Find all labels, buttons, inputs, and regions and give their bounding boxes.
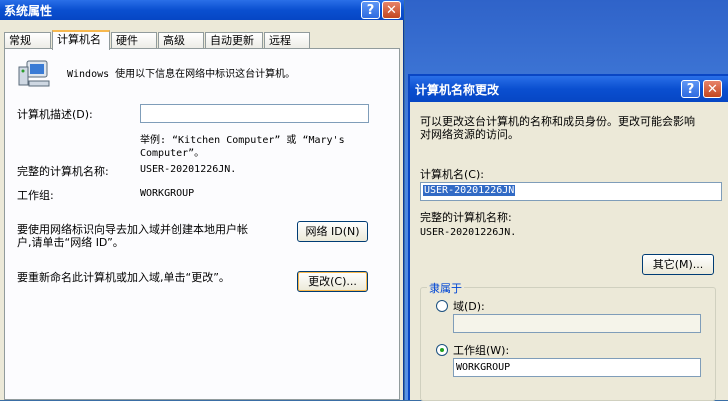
dialog-workgroup-label: 工作组(W): <box>453 344 510 357</box>
network-id-button[interactable]: 网络 ID(N) <box>297 221 368 242</box>
computer-name-value: USER-20201226JN <box>423 185 516 196</box>
member-of-legend: 隶属于 <box>427 280 464 296</box>
dialog-intro-line-2: 对网络资源的访问。 <box>420 128 519 141</box>
workgroup-input-value: WORKGROUP <box>456 362 511 373</box>
network-id-text-2: 户,请单击“网络 ID”。 <box>17 236 124 249</box>
rename-text: 要重新命名此计算机或加入域,单击“更改”。 <box>17 271 230 284</box>
full-name-label: 完整的计算机名称: <box>17 165 109 178</box>
dialog-help-icon[interactable]: ? <box>681 80 700 98</box>
dialog-full-name-value: USER-20201226JN. <box>420 227 517 238</box>
description-label: 计算机描述(D): <box>17 108 93 121</box>
dialog-title-bar[interactable]: 计算机名称更改 ? ✕ <box>410 76 728 102</box>
domain-input[interactable] <box>453 314 701 333</box>
tab-computer-name[interactable]: 计算机名 <box>52 30 110 50</box>
workgroup-radio[interactable] <box>436 344 448 356</box>
dialog-full-name-label: 完整的计算机名称: <box>420 211 512 224</box>
workgroup-input[interactable]: WORKGROUP <box>453 358 701 377</box>
tab-general[interactable]: 常规 <box>4 32 51 49</box>
title-bar[interactable]: 系统属性 ? ✕ <box>0 0 404 20</box>
workgroup-value: WORKGROUP <box>140 188 195 199</box>
intro-text: Windows 使用以下信息在网络中标识这台计算机。 <box>67 69 296 80</box>
workgroup-label: 工作组: <box>17 189 54 202</box>
description-input[interactable] <box>140 104 369 123</box>
tab-remote[interactable]: 远程 <box>264 32 310 49</box>
tab-automatic-updates[interactable]: 自动更新 <box>205 32 263 49</box>
computer-icon <box>17 59 51 91</box>
example-line-2: Computer”。 <box>140 148 205 159</box>
domain-label: 域(D): <box>453 300 485 313</box>
computer-name-panel: Windows 使用以下信息在网络中标识这台计算机。 计算机描述(D): 举例:… <box>4 48 400 400</box>
computer-name-changes-dialog: 计算机名称更改 ? ✕ 可以更改这台计算机的名称和成员身份。更改可能会影响 对网… <box>408 74 728 401</box>
close-icon[interactable]: ✕ <box>382 1 401 19</box>
help-icon[interactable]: ? <box>361 1 380 19</box>
tab-advanced[interactable]: 高级 <box>158 32 204 49</box>
other-button[interactable]: 其它(M)... <box>642 254 714 275</box>
system-properties-window: 系统属性 ? ✕ 常规 计算机名 硬件 高级 自动更新 远程 Windows 使… <box>0 0 404 400</box>
window-title: 系统属性 <box>4 4 53 18</box>
tab-hardware[interactable]: 硬件 <box>111 32 157 49</box>
computer-name-label: 计算机名(C): <box>420 168 484 181</box>
dialog-title: 计算机名称更改 <box>415 83 500 97</box>
computer-name-input[interactable]: USER-20201226JN <box>420 182 722 201</box>
member-of-group: 隶属于 域(D): 工作组(W): WORKGROUP <box>420 280 716 401</box>
domain-radio[interactable] <box>436 300 448 312</box>
change-button[interactable]: 更改(C)... <box>297 271 368 292</box>
full-name-value: USER-20201226JN. <box>140 164 237 175</box>
dialog-close-icon[interactable]: ✕ <box>703 80 722 98</box>
